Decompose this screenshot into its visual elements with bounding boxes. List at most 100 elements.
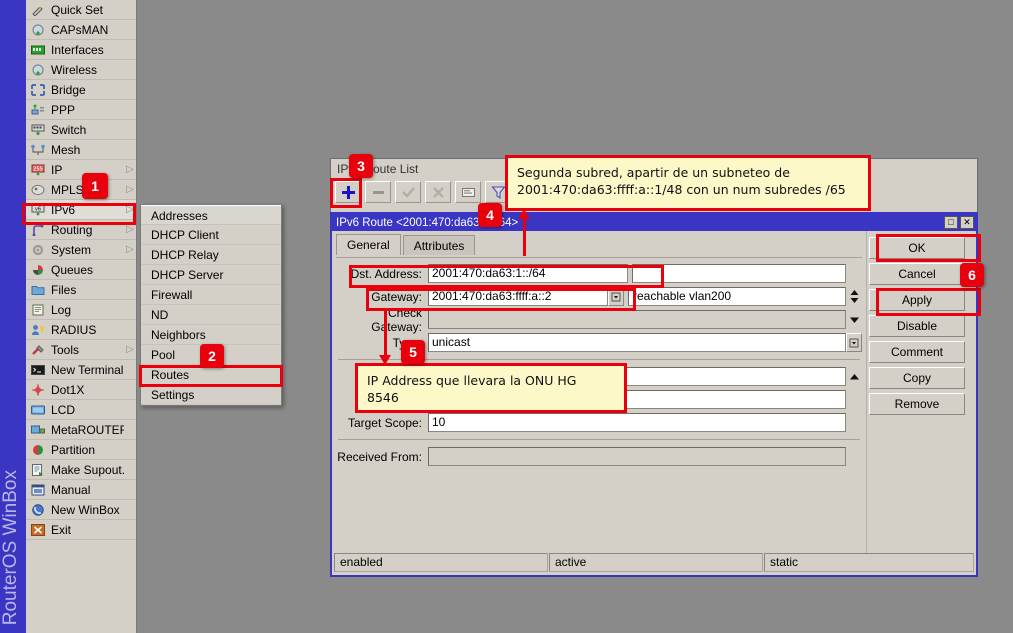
sidebar-item-label: New Terminal: [51, 363, 124, 377]
annotation-note-subred: Segunda subred, apartir de un subneteo d…: [505, 155, 871, 211]
dot1x-icon: [30, 383, 46, 397]
sidebar-item-system[interactable]: System▷: [26, 240, 136, 260]
sidebar-item-dot1x[interactable]: Dot1X: [26, 380, 136, 400]
sidebar-item-capsman[interactable]: CAPsMAN: [26, 20, 136, 40]
field-dst-address[interactable]: Dst. Address: 2001:470:da63:1::/64: [336, 263, 862, 284]
annotation-badge-5: 5: [401, 340, 425, 364]
dst-address-input[interactable]: 2001:470:da63:1::/64: [428, 264, 628, 283]
sidebar-item-tools[interactable]: Tools▷: [26, 340, 136, 360]
gateway-dropdown-icon[interactable]: [608, 287, 624, 306]
annotation-note-onu: IP Address que llevara la ONU HG 8546: [355, 363, 627, 413]
sidebar-item-radius[interactable]: RADIUS: [26, 320, 136, 340]
ipv6-submenu[interactable]: AddressesDHCP ClientDHCP RelayDHCP Serve…: [140, 204, 282, 406]
comment-button[interactable]: [455, 181, 481, 203]
sidebar-item-routing[interactable]: Routing▷: [26, 220, 136, 240]
distance-spinner-icon[interactable]: [846, 373, 862, 381]
dst-address-extra-input[interactable]: [632, 264, 846, 283]
field-gateway[interactable]: Gateway: 2001:470:da63:ffff:a::2 reachab…: [336, 286, 862, 307]
gateway-label: Gateway:: [336, 290, 428, 304]
submenu-item-dhcp-relay[interactable]: DHCP Relay: [141, 245, 281, 265]
submenu-item-firewall[interactable]: Firewall: [141, 285, 281, 305]
tab-attributes[interactable]: Attributes: [403, 235, 476, 255]
sidebar-item-switch[interactable]: Switch: [26, 120, 136, 140]
comment-button[interactable]: Comment: [869, 341, 965, 363]
mesh-icon: [30, 143, 46, 157]
field-check-gateway[interactable]: Check Gateway:: [336, 309, 862, 330]
sidebar-item-log[interactable]: Log: [26, 300, 136, 320]
sidebar-item-partition[interactable]: Partition: [26, 440, 136, 460]
disable-button[interactable]: [425, 181, 451, 203]
routing-icon: [30, 223, 46, 237]
chevron-right-icon: ▷: [124, 185, 136, 195]
sidebar-item-label: Files: [51, 283, 124, 297]
sidebar-item-label: New WinBox: [51, 503, 124, 517]
antenna-icon: [30, 63, 46, 77]
main-menu-sidebar[interactable]: Quick SetCAPsMAN Interfaces WirelessBridge…: [26, 0, 137, 633]
submenu-item-dhcp-client[interactable]: DHCP Client: [141, 225, 281, 245]
copy-button[interactable]: Copy: [869, 367, 965, 389]
check-gateway-input[interactable]: [428, 310, 846, 329]
field-target-scope[interactable]: Target Scope: 10: [336, 412, 862, 433]
disable-button[interactable]: Disable: [869, 315, 965, 337]
remove-button[interactable]: Remove: [869, 393, 965, 415]
submenu-item-nd[interactable]: ND: [141, 305, 281, 325]
sidebar-item-new-terminal[interactable]: New Terminal: [26, 360, 136, 380]
sidebar-item-wireless[interactable]: Wireless: [26, 60, 136, 80]
sidebar-item-lcd[interactable]: LCD: [26, 400, 136, 420]
tab-general[interactable]: General: [336, 234, 401, 255]
sidebar-item-label: Log: [51, 303, 124, 317]
chevron-right-icon: ▷: [124, 165, 136, 175]
submenu-item-dhcp-server[interactable]: DHCP Server: [141, 265, 281, 285]
ppp-icon: [30, 103, 46, 117]
type-dropdown-icon[interactable]: [846, 333, 862, 352]
close-icon[interactable]: ✕: [960, 216, 974, 229]
sidebar-item-metarouter[interactable]: MetaROUTER: [26, 420, 136, 440]
submenu-item-addresses[interactable]: Addresses: [141, 205, 281, 225]
sidebar-item-files[interactable]: Files: [26, 280, 136, 300]
sidebar-item-label: Interfaces: [51, 43, 124, 57]
gateway-spinner-icon[interactable]: [846, 289, 862, 304]
status-badge-origin: static: [764, 553, 974, 572]
route-dialog-statusbar: enabled active static: [334, 553, 974, 572]
maximize-icon[interactable]: □: [944, 216, 958, 229]
status-badge-state: enabled: [334, 553, 548, 572]
sidebar-item-manual[interactable]: Manual: [26, 480, 136, 500]
submenu-item-neighbors[interactable]: Neighbors: [141, 325, 281, 345]
sidebar-item-mpls[interactable]: MPLS▷: [26, 180, 136, 200]
target-scope-input[interactable]: 10: [428, 413, 846, 432]
sidebar-item-ppp[interactable]: PPP: [26, 100, 136, 120]
cancel-button[interactable]: Cancel: [869, 263, 965, 285]
type-input[interactable]: unicast: [428, 333, 846, 352]
route-dialog-tabs[interactable]: General Attributes: [336, 234, 862, 255]
gateway-input[interactable]: 2001:470:da63:ffff:a::2: [428, 287, 608, 306]
ipv6-icon: v6: [30, 203, 46, 217]
route-dialog-titlebar[interactable]: IPv6 Route <2001:470:da63:1::/64> □ ✕: [332, 214, 976, 231]
sidebar-item-mesh[interactable]: Mesh: [26, 140, 136, 160]
ip-icon: 255: [30, 163, 46, 177]
sidebar-item-make-supout-rif[interactable]: Make Supout.rif: [26, 460, 136, 480]
sidebar-item-ipv6[interactable]: v6IPv6▷: [26, 200, 136, 220]
sidebar-item-label: System: [51, 243, 124, 257]
svg-text:v6: v6: [35, 206, 41, 212]
sidebar-item-exit[interactable]: Exit: [26, 520, 136, 540]
sidebar-item-quick-set[interactable]: Quick Set: [26, 0, 136, 20]
sidebar-item-queues[interactable]: Queues: [26, 260, 136, 280]
sidebar-item-label: Exit: [51, 523, 124, 537]
submenu-item-settings[interactable]: Settings: [141, 385, 281, 405]
queues-icon: [30, 263, 46, 277]
sidebar-item-label: MetaROUTER: [51, 423, 124, 437]
apply-button[interactable]: Apply: [869, 289, 965, 311]
remove-button[interactable]: [365, 181, 391, 203]
received-from-input: [428, 447, 846, 466]
enable-button[interactable]: [395, 181, 421, 203]
screen: RouterOS WinBox Quick SetCAPsMANInterfac…: [0, 0, 1013, 633]
add-button[interactable]: [335, 181, 361, 203]
sidebar-item-interfaces[interactable]: Interfaces: [26, 40, 136, 60]
sidebar-item-new-winbox[interactable]: New WinBox: [26, 500, 136, 520]
sidebar-item-ip[interactable]: 255IP▷: [26, 160, 136, 180]
sidebar-item-bridge[interactable]: Bridge: [26, 80, 136, 100]
submenu-item-routes[interactable]: Routes: [141, 365, 281, 385]
ok-button[interactable]: OK: [869, 237, 965, 259]
check-gateway-chevron-down-icon[interactable]: [846, 316, 862, 324]
antenna-icon: [30, 23, 46, 37]
